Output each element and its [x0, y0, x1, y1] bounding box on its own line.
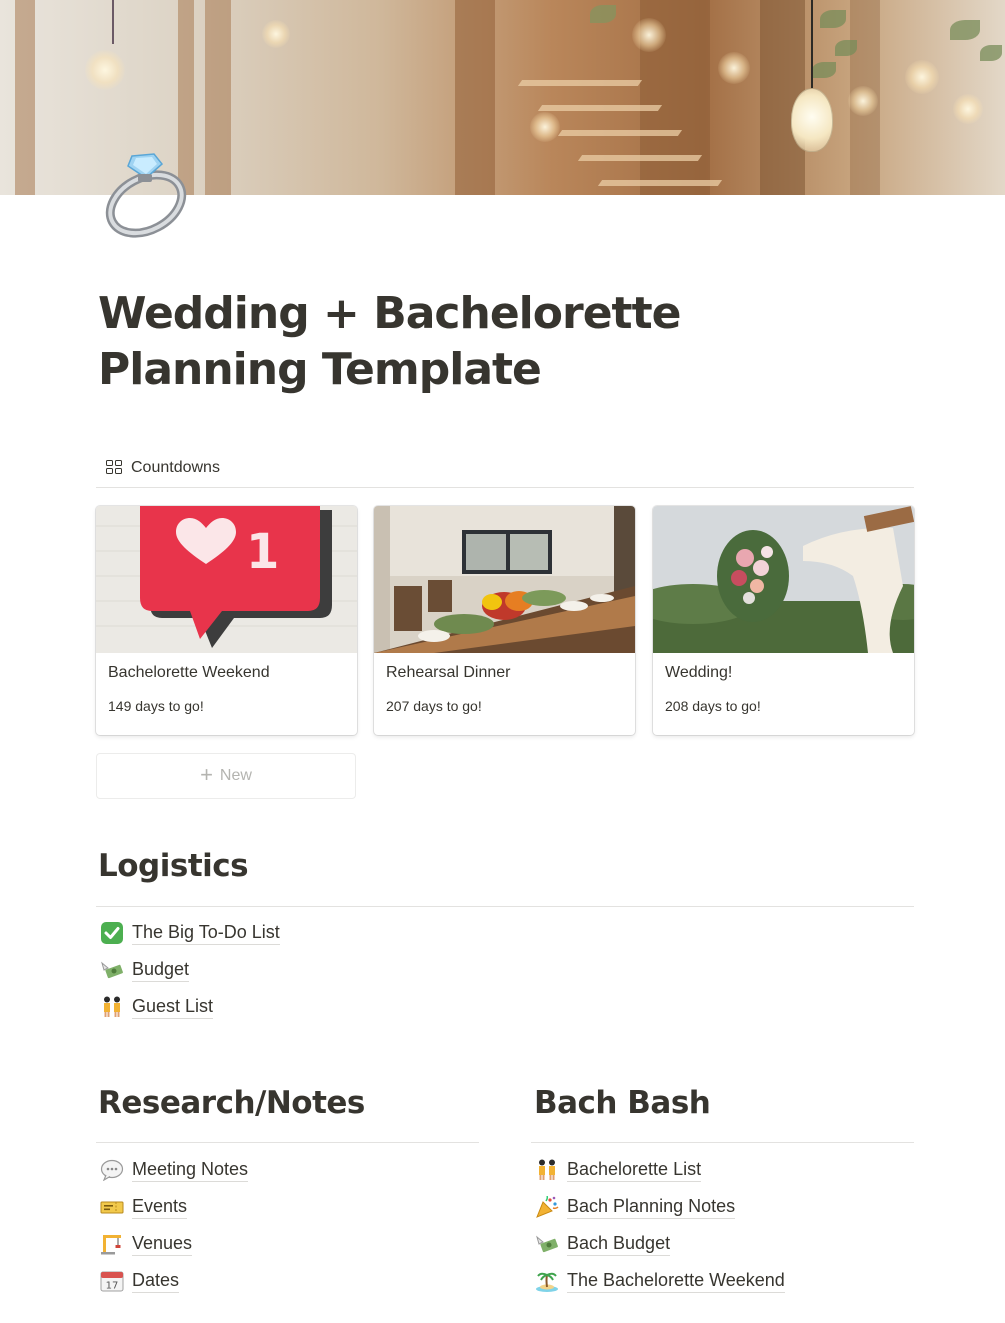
new-card-button[interactable]: + New: [96, 753, 356, 799]
check-mark-icon: [100, 921, 124, 945]
countdowns-database-header[interactable]: Countdowns: [96, 448, 914, 488]
link-label: Budget: [132, 958, 190, 982]
link-label: Bachelorette List: [567, 1158, 702, 1182]
card-countdown: 207 days to go!: [386, 698, 482, 714]
island-icon: [535, 1269, 559, 1293]
card-title: Bachelorette Weekend: [108, 664, 270, 681]
card-title: Wedding!: [665, 664, 733, 681]
logistics-heading: Logistics: [98, 848, 249, 884]
ticket-icon: [100, 1195, 124, 1219]
dancers-icon: [100, 995, 124, 1019]
card-title: Rehearsal Dinner: [386, 664, 511, 681]
heart-notification-image: 1: [96, 506, 357, 653]
countdown-card[interactable]: 1 Bachelorette Weekend 149 days to go!: [96, 506, 357, 735]
link-label: Bach Budget: [567, 1232, 671, 1256]
link-label: Bach Planning Notes: [567, 1195, 736, 1219]
link-label: The Bachelorette Weekend: [567, 1269, 785, 1293]
money-wings-icon: [100, 958, 124, 982]
countdowns-gallery: 1 Bachelorette Weekend 149 days to go! R…: [96, 506, 914, 736]
link-dates[interactable]: 17 Dates: [100, 1266, 180, 1296]
link-label: Meeting Notes: [132, 1158, 249, 1182]
dancers-icon: [535, 1158, 559, 1182]
countdowns-label: Countdowns: [131, 458, 220, 476]
card-countdown: 149 days to go!: [108, 698, 204, 714]
link-label: The Big To-Do List: [132, 921, 280, 945]
research-divider: [96, 1142, 479, 1143]
logistics-divider: [96, 906, 914, 907]
bach-divider: [531, 1142, 914, 1143]
card-countdown: 208 days to go!: [665, 698, 761, 714]
gallery-view-icon: [106, 460, 123, 475]
flower-arch-image: [653, 506, 914, 653]
link-events[interactable]: Events: [100, 1192, 188, 1222]
link-label: Dates: [132, 1269, 180, 1293]
link-label: Guest List: [132, 995, 214, 1019]
svg-text:17: 17: [106, 1281, 119, 1292]
page-title: Wedding + Bachelorette Planning Template: [98, 288, 681, 395]
speech-bubble-icon: [100, 1158, 124, 1182]
new-card-label: New: [219, 767, 252, 784]
link-bachelorette-list[interactable]: Bachelorette List: [535, 1155, 702, 1185]
countdown-card[interactable]: Rehearsal Dinner 207 days to go!: [374, 506, 635, 735]
link-budget[interactable]: Budget: [100, 955, 190, 985]
link-label: Venues: [132, 1232, 193, 1256]
bach-bash-heading: Bach Bash: [534, 1085, 711, 1121]
link-bachelorette-weekend[interactable]: The Bachelorette Weekend: [535, 1266, 785, 1296]
link-big-todo-list[interactable]: The Big To-Do List: [100, 918, 280, 948]
link-label: Events: [132, 1195, 188, 1219]
party-popper-icon: [535, 1195, 559, 1219]
dinner-table-image: [374, 506, 635, 653]
link-bach-planning-notes[interactable]: Bach Planning Notes: [535, 1192, 736, 1222]
crane-icon: [100, 1232, 124, 1256]
svg-text:1: 1: [246, 524, 279, 580]
plus-icon: +: [200, 761, 213, 787]
money-wings-icon: [535, 1232, 559, 1256]
link-meeting-notes[interactable]: Meeting Notes: [100, 1155, 249, 1185]
link-guest-list[interactable]: Guest List: [100, 992, 214, 1022]
countdown-card[interactable]: Wedding! 208 days to go!: [653, 506, 914, 735]
link-venues[interactable]: Venues: [100, 1229, 193, 1259]
link-bach-budget[interactable]: Bach Budget: [535, 1229, 671, 1259]
calendar-icon: 17: [100, 1269, 124, 1293]
research-notes-heading: Research/Notes: [98, 1085, 365, 1121]
ring-icon[interactable]: [102, 148, 192, 240]
